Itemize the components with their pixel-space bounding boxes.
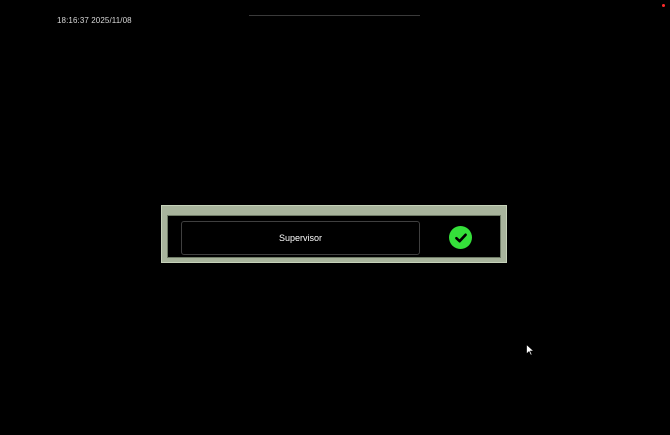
checkmark-icon bbox=[454, 233, 467, 242]
mouse-cursor-icon bbox=[526, 344, 535, 356]
clock-display: 18:16:37 2025/11/08 bbox=[57, 16, 132, 25]
login-panel-inner: Supervisor bbox=[167, 215, 501, 258]
status-indicator-dot bbox=[662, 4, 665, 7]
user-selector-field[interactable]: Supervisor bbox=[181, 221, 420, 255]
hmi-screen: 18:16:37 2025/11/08 Supervisor bbox=[0, 0, 670, 435]
login-panel: Supervisor bbox=[161, 205, 507, 263]
top-divider bbox=[249, 15, 420, 16]
confirm-login-button[interactable] bbox=[449, 226, 472, 249]
